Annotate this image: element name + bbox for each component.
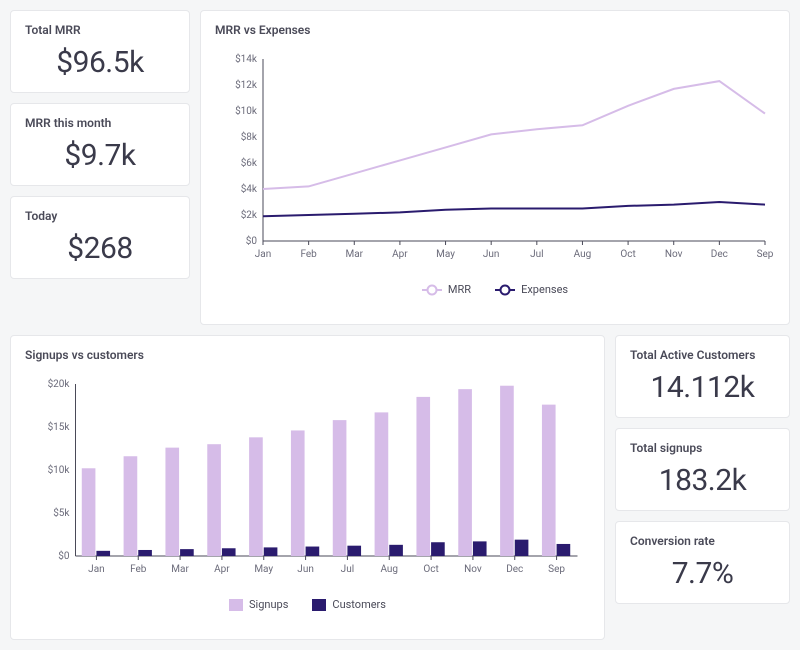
left-stat-column: Total MRR $96.5k MRR this month $9.7k To… [10,10,190,325]
stat-value: $96.5k [25,45,175,80]
stat-value: $268 [25,231,175,266]
svg-text:Jan: Jan [255,249,271,260]
stat-today: Today $268 [10,196,190,279]
chart-title: Signups vs customers [25,348,590,362]
stat-active-customers: Total Active Customers 14.112k [615,335,790,418]
svg-text:$5k: $5k [53,506,70,519]
legend-item-customers: Customers [312,598,386,611]
svg-text:Jul: Jul [530,249,543,260]
svg-text:Nov: Nov [464,564,482,575]
svg-text:Jun: Jun [483,249,500,260]
svg-text:Jun: Jun [297,564,314,575]
legend-item-expenses: Expenses [495,283,568,296]
svg-text:$2k: $2k [241,208,258,221]
stat-mrr-month: MRR this month $9.7k [10,103,190,186]
svg-text:Aug: Aug [574,249,592,260]
legend-label: Expenses [521,283,568,296]
svg-text:Jul: Jul [341,564,354,575]
chart-signups-customers: Signups vs customers $0 $5k $10k $15k $20k Ja… [10,335,605,640]
chart-title: MRR vs Expenses [215,23,775,37]
chart-mrr-expenses: MRR vs Expenses $0 $2k $4k $6k $8k $10k $12k $1… [200,10,790,325]
svg-text:Aug: Aug [380,564,398,575]
chart-plot-area: $0 $5k $10k $15k $20k Jan Feb Mar Apr May Jun Jul Au… [25,374,590,588]
svg-text:Mar: Mar [171,564,189,575]
chart-legend: Signups Customers [25,598,590,611]
svg-text:Oct: Oct [423,564,438,575]
svg-text:Mar: Mar [345,249,363,260]
line-chart-svg: $0 $2k $4k $6k $8k $10k $12k $14k Jan Feb Mar Apr Ma… [215,49,775,269]
svg-text:Jan: Jan [88,564,104,575]
svg-text:Apr: Apr [214,564,230,575]
svg-text:$15k: $15k [48,420,71,433]
chart-plot-area: $0 $2k $4k $6k $8k $10k $12k $14k Jan Feb Mar Apr Ma… [215,49,775,273]
svg-text:$20k: $20k [48,377,71,390]
legend-label: Signups [249,598,288,611]
svg-text:$14k: $14k [235,52,258,65]
legend-item-signups: Signups [229,598,288,611]
svg-text:$4k: $4k [241,182,258,195]
legend-label: Customers [332,598,386,611]
svg-text:$10k: $10k [48,463,71,476]
svg-text:May: May [254,564,273,575]
stat-total-signups: Total signups 183.2k [615,428,790,511]
stat-title: Conversion rate [630,534,775,548]
legend-swatch-icon [312,599,326,611]
stat-conversion: Conversion rate 7.7% [615,521,790,604]
svg-text:May: May [436,249,455,260]
stat-title: MRR this month [25,116,175,130]
svg-text:Apr: Apr [392,249,408,260]
stat-value: 183.2k [630,463,775,498]
svg-text:Sep: Sep [548,564,565,575]
svg-text:$10k: $10k [235,104,258,117]
svg-text:Feb: Feb [130,564,147,575]
stat-value: $9.7k [25,138,175,173]
stat-value: 7.7% [630,556,775,591]
svg-text:Feb: Feb [300,249,317,260]
legend-marker-icon [495,286,515,294]
svg-text:$6k: $6k [241,156,258,169]
chart-legend: MRR Expenses [215,283,775,296]
legend-swatch-icon [229,599,243,611]
legend-label: MRR [448,283,471,296]
svg-text:$0: $0 [246,234,258,247]
legend-marker-icon [422,286,442,294]
stat-value: 14.112k [630,370,775,405]
stat-title: Today [25,209,175,223]
svg-text:Oct: Oct [620,249,635,260]
svg-text:Dec: Dec [711,249,728,260]
svg-text:$12k: $12k [235,78,258,91]
stat-total-mrr: Total MRR $96.5k [10,10,190,93]
stat-title: Total Active Customers [630,348,775,362]
svg-text:$8k: $8k [241,130,258,143]
svg-text:$0: $0 [58,549,70,562]
bar-chart-svg: $0 $5k $10k $15k $20k Jan Feb Mar Apr May Jun Jul Au… [25,374,590,584]
svg-text:Dec: Dec [506,564,523,575]
stat-title: Total signups [630,441,775,455]
svg-text:Sep: Sep [757,249,774,260]
right-stat-column: Total Active Customers 14.112k Total sig… [615,335,790,640]
legend-item-mrr: MRR [422,283,471,296]
svg-text:Nov: Nov [665,249,683,260]
stat-title: Total MRR [25,23,175,37]
